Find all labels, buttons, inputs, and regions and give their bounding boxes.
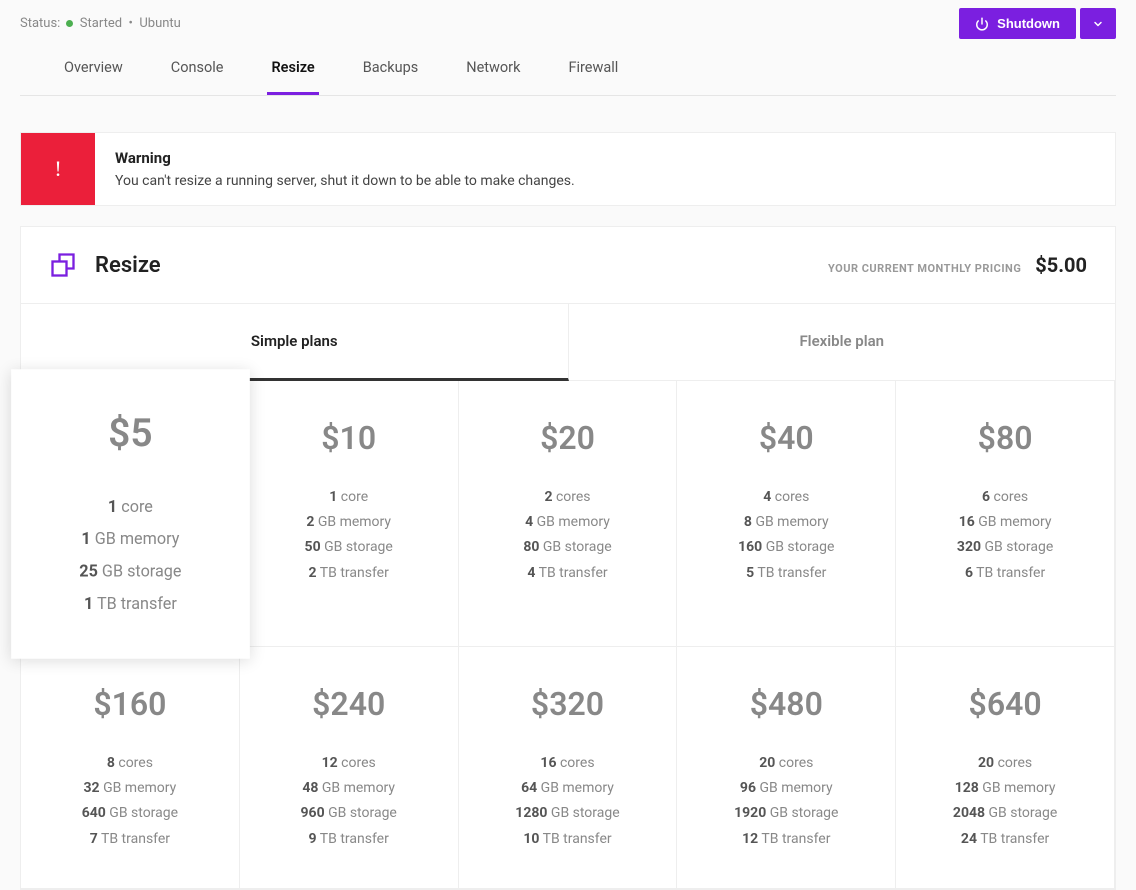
plan-price: $80 [906, 419, 1104, 457]
warning-banner: ! Warning You can't resize a running ser… [20, 132, 1116, 206]
plan-storage: 320 GB storage [906, 535, 1104, 560]
plan-card[interactable]: $40 4 cores8 GB memory160 GB storage5 TB … [677, 381, 896, 647]
plan-storage: 1280 GB storage [469, 801, 667, 826]
plan-transfer: 1 TB transfer [22, 587, 239, 619]
warning-description: You can't resize a running server, shut … [115, 173, 575, 189]
warning-icon: ! [21, 133, 95, 205]
plan-transfer: 4 TB transfer [469, 561, 667, 586]
tab-overview[interactable]: Overview [60, 59, 127, 95]
tab-resize[interactable]: Resize [267, 59, 318, 95]
plan-tab-flexible[interactable]: Flexible plan [569, 304, 1116, 381]
plan-storage: 25 GB storage [22, 555, 239, 587]
plan-cores: 1 core [250, 485, 448, 510]
plan-storage: 640 GB storage [31, 801, 229, 826]
warning-title: Warning [115, 149, 575, 167]
plan-price: $10 [250, 419, 448, 457]
plan-cores: 6 cores [906, 485, 1104, 510]
plan-transfer: 10 TB transfer [469, 827, 667, 852]
plan-memory: 16 GB memory [906, 510, 1104, 535]
plan-storage: 2048 GB storage [906, 801, 1104, 826]
plan-price: $320 [469, 685, 667, 723]
status-dot-icon [66, 20, 73, 27]
plan-cores: 4 cores [687, 485, 885, 510]
plan-cores: 12 cores [250, 751, 448, 776]
power-icon [975, 17, 989, 31]
plan-memory: 96 GB memory [687, 776, 885, 801]
resize-icon [49, 251, 77, 279]
plan-storage: 960 GB storage [250, 801, 448, 826]
plan-memory: 64 GB memory [469, 776, 667, 801]
shutdown-button[interactable]: Shutdown [959, 8, 1076, 39]
tab-console[interactable]: Console [167, 59, 228, 95]
plan-card[interactable]: $5 1 core1 GB memory25 GB storage1 TB tra… [11, 369, 249, 658]
plan-memory: 8 GB memory [687, 510, 885, 535]
plan-transfer: 7 TB transfer [31, 827, 229, 852]
plan-memory: 32 GB memory [31, 776, 229, 801]
plan-cores: 20 cores [906, 751, 1104, 776]
plan-memory: 128 GB memory [906, 776, 1104, 801]
plan-transfer: 12 TB transfer [687, 827, 885, 852]
plan-memory: 48 GB memory [250, 776, 448, 801]
plan-memory: 4 GB memory [469, 510, 667, 535]
plan-card[interactable]: $480 20 cores96 GB memory1920 GB storage1… [677, 647, 896, 889]
plan-price: $160 [31, 685, 229, 723]
plan-cores: 8 cores [31, 751, 229, 776]
plan-memory: 1 GB memory [22, 523, 239, 555]
tab-backups[interactable]: Backups [359, 59, 422, 95]
plan-cores: 2 cores [469, 485, 667, 510]
plan-transfer: 24 TB transfer [906, 827, 1104, 852]
plan-price: $20 [469, 419, 667, 457]
shutdown-dropdown-button[interactable] [1080, 8, 1116, 39]
plan-price: $240 [250, 685, 448, 723]
plan-cores: 16 cores [469, 751, 667, 776]
plan-cores: 20 cores [687, 751, 885, 776]
plan-storage: 160 GB storage [687, 535, 885, 560]
tab-firewall[interactable]: Firewall [564, 59, 622, 95]
plan-cores: 1 core [22, 490, 239, 522]
plan-transfer: 9 TB transfer [250, 827, 448, 852]
plan-price: $40 [687, 419, 885, 457]
plan-transfer: 6 TB transfer [906, 561, 1104, 586]
plan-card[interactable]: $10 1 core2 GB memory50 GB storage2 TB tr… [240, 381, 459, 647]
nav-tabs: Overview Console Resize Backups Network … [20, 39, 1116, 96]
chevron-down-icon [1092, 18, 1104, 30]
plan-card[interactable]: $640 20 cores128 GB memory2048 GB storage… [896, 647, 1115, 889]
plan-memory: 2 GB memory [250, 510, 448, 535]
plan-price: $640 [906, 685, 1104, 723]
plan-transfer: 2 TB transfer [250, 561, 448, 586]
plan-storage: 50 GB storage [250, 535, 448, 560]
plan-card[interactable]: $20 2 cores4 GB memory80 GB storage4 TB t… [459, 381, 678, 647]
plan-card[interactable]: $80 6 cores16 GB memory320 GB storage6 TB… [896, 381, 1115, 647]
plan-card[interactable]: $160 8 cores32 GB memory640 GB storage7 T… [21, 647, 240, 889]
current-pricing-label: YOUR CURRENT MONTHLY PRICING [828, 262, 1021, 275]
plan-price: $5 [22, 410, 239, 455]
tab-network[interactable]: Network [462, 59, 524, 95]
plan-card[interactable]: $240 12 cores48 GB memory960 GB storage9 … [240, 647, 459, 889]
status-bar: Status: Started • Ubuntu [20, 16, 181, 31]
panel-title: Resize [95, 253, 161, 278]
current-pricing-value: $5.00 [1035, 253, 1087, 277]
plan-storage: 80 GB storage [469, 535, 667, 560]
plan-transfer: 5 TB transfer [687, 561, 885, 586]
plan-price: $480 [687, 685, 885, 723]
plan-storage: 1920 GB storage [687, 801, 885, 826]
plan-card[interactable]: $320 16 cores64 GB memory1280 GB storage1… [459, 647, 678, 889]
